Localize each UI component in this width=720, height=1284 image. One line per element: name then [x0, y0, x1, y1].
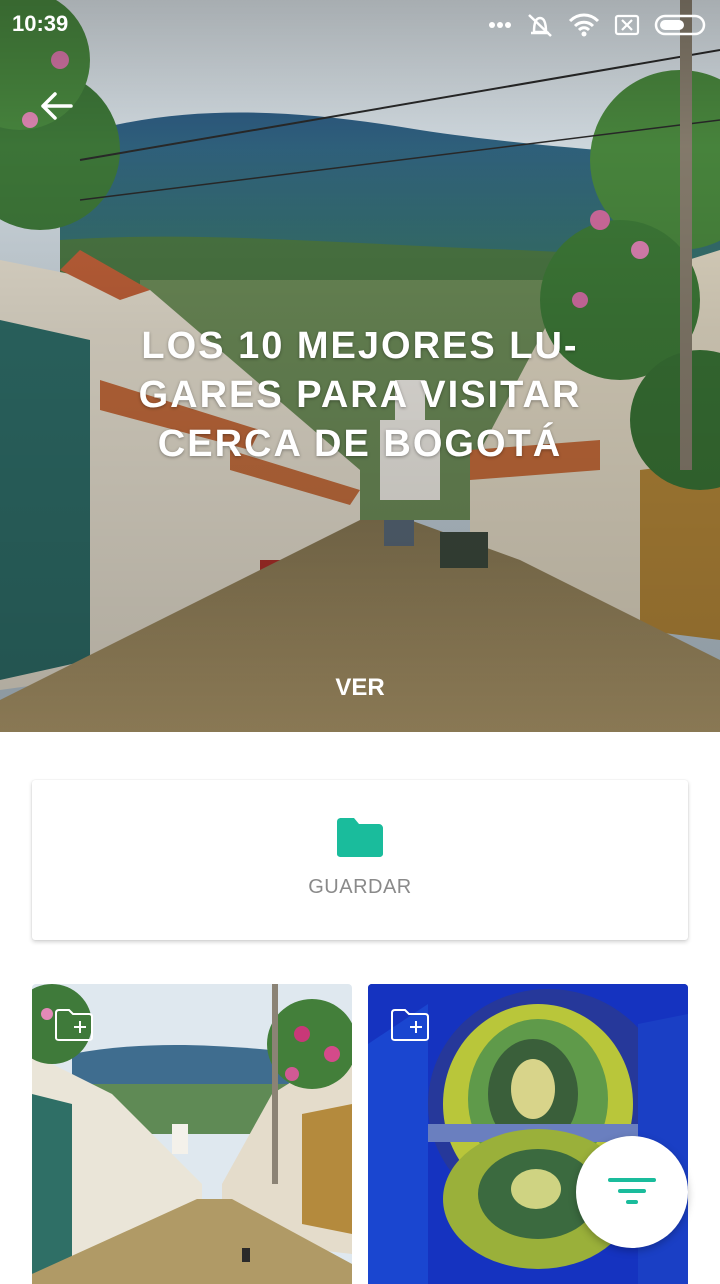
arrow-left-icon	[41, 92, 73, 120]
hero-title-line: LOS 10 MEJORES LU-	[141, 325, 579, 367]
hero-banner[interactable]: 10:39 LOS 10 MEJORES LU- GARES PARA VISI…	[0, 0, 720, 732]
save-label: GUARDAR	[308, 876, 412, 898]
view-button[interactable]: VER	[310, 668, 410, 708]
status-time: 10:39	[12, 11, 69, 36]
no-sim-icon	[614, 14, 640, 36]
battery-icon	[654, 14, 706, 36]
hero-title: LOS 10 MEJORES LU- GARES PARA VISITAR CE…	[110, 322, 610, 469]
status-bar: 10:39	[0, 0, 720, 50]
hero-title-line: CERCA DE BOGOTÁ	[157, 423, 563, 465]
hero-title-line: GARES PARA VISITAR	[138, 374, 582, 416]
folder-plus-icon[interactable]	[390, 1008, 430, 1042]
place-card[interactable]	[32, 984, 352, 1284]
more-dots-icon	[489, 22, 511, 28]
alarm-off-icon	[528, 14, 552, 37]
folder-plus-icon[interactable]	[54, 1008, 94, 1042]
status-icons	[488, 10, 708, 40]
back-button[interactable]	[34, 84, 78, 128]
wifi-icon	[568, 13, 600, 37]
filter-icon	[608, 1178, 656, 1204]
folder-icon	[337, 818, 383, 857]
save-card[interactable]: GUARDAR	[32, 780, 688, 940]
filter-button[interactable]	[576, 1136, 688, 1248]
